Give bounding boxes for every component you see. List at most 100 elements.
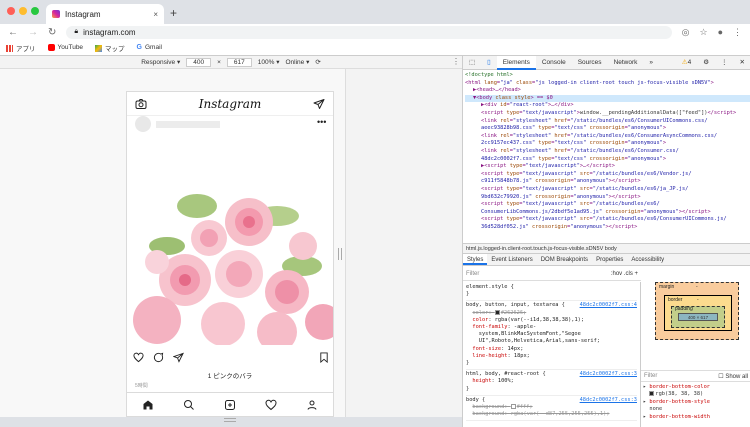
dom-node-line[interactable]: aeec93828b98.css" type="text/css" crosso… [465, 125, 750, 133]
post-caption[interactable]: 1 ピンクのバラ [127, 370, 333, 380]
dom-node-line[interactable]: <script type="text/javascript">window.__… [465, 110, 750, 118]
dom-node-line[interactable]: ▶<script type="text/javascript">…</scrip… [465, 163, 750, 171]
settings-gear-icon[interactable]: ⚙ [697, 56, 715, 70]
search-icon[interactable] [183, 399, 195, 411]
throttle-select[interactable]: Online ▾ [285, 58, 309, 66]
height-input[interactable]: 617 [226, 57, 252, 67]
url-input[interactable]: 🔒︎ instagram.com [66, 25, 672, 39]
dom-node-line[interactable]: <script type="text/javascript" src="/sta… [465, 201, 750, 209]
dom-node-line[interactable]: <link rel="stylesheet" href="/static/bun… [465, 118, 750, 126]
warnings-count: 4 [687, 58, 692, 66]
new-tab-button[interactable]: + [170, 6, 177, 20]
device-select[interactable]: Responsive ▾ [141, 58, 180, 66]
device-toggle-icon[interactable]: ▯ [481, 56, 497, 70]
post-author-name-placeholder[interactable] [156, 121, 220, 128]
home-icon[interactable] [142, 399, 154, 411]
tab-sources[interactable]: Sources [572, 56, 608, 70]
reload-icon[interactable]: ↻ [48, 27, 56, 38]
bookmark-star-icon[interactable]: ☆ [699, 27, 707, 38]
instagram-logo[interactable]: Instagram [199, 97, 262, 111]
styles-pane[interactable]: element.style {} 48dc2c0002f7.css:4 body,… [463, 282, 641, 427]
tab-console[interactable]: Console [536, 56, 572, 70]
resize-handle-bottom[interactable] [224, 418, 236, 422]
minimize-window-button[interactable] [19, 7, 27, 15]
dom-node-line[interactable]: <script type="text/javascript" src="/sta… [465, 171, 750, 179]
devtools-tabbar: ⬚ ▯ Elements Console Sources Network » ⚠… [463, 55, 750, 70]
inspect-element-icon[interactable]: ⬚ [463, 56, 481, 70]
tab-close-icon[interactable]: × [153, 10, 158, 19]
dom-node-line[interactable]: ▶<div id="react-root">…</div> [465, 102, 750, 110]
more-options-icon[interactable]: ••• [317, 117, 326, 127]
post-author-avatar[interactable] [135, 116, 151, 132]
new-post-icon[interactable] [224, 399, 236, 411]
bookmark-label: アプリ [16, 45, 36, 53]
share-icon[interactable] [173, 352, 184, 363]
dom-node-line[interactable]: c911f5848b78.js" crossorigin="anonymous"… [465, 178, 750, 186]
elements-tree[interactable]: <!doctype html> <html lang="ja" class="js… [463, 70, 750, 243]
post-timestamp: 5時間 [135, 383, 148, 389]
save-bookmark-icon[interactable] [319, 351, 329, 363]
devtools-close-icon[interactable]: ✕ [734, 56, 750, 70]
dom-node-line[interactable]: <link rel="stylesheet" href="/static/bun… [465, 133, 750, 141]
like-heart-icon[interactable] [133, 352, 144, 363]
dom-breadcrumb[interactable]: html.js.logged-in.client-root.touch.js-f… [463, 243, 750, 254]
maps-icon [95, 45, 103, 53]
resize-handle-right[interactable] [338, 248, 342, 260]
filter-placeholder: Filter [466, 271, 480, 277]
forward-icon[interactable]: → [28, 27, 38, 38]
tab-network[interactable]: Network [608, 56, 644, 70]
computed-property[interactable]: ▸ border-bottom-width [643, 414, 750, 421]
maximize-window-button[interactable] [31, 7, 39, 15]
extension-icon[interactable]: ◎ [682, 27, 690, 38]
bookmark-youtube[interactable]: YouTube [47, 43, 83, 51]
dom-node-line[interactable]: <script type="text/javascript" src="/sta… [465, 186, 750, 194]
subtab-dom-breakpoints[interactable]: DOM Breakpoints [537, 254, 592, 265]
camera-icon[interactable] [135, 98, 147, 110]
filter-options[interactable]: :hov .cls + [611, 271, 638, 278]
dom-node-line[interactable]: 48dc2c0002f7.css" type="text/css" crosso… [465, 156, 750, 164]
bookmark-maps[interactable]: マップ [95, 43, 125, 53]
show-all-checkbox[interactable]: ☐ Show all [718, 373, 748, 380]
zoom-select[interactable]: 100% ▾ [258, 58, 280, 66]
browser-tab-instagram[interactable]: Instagram × [46, 4, 164, 24]
dom-node-line[interactable]: 9bd632c79920.js" crossorigin="anonymous"… [465, 194, 750, 202]
activity-heart-icon[interactable] [265, 399, 277, 411]
computed-properties-list[interactable]: ▸ border-bottom-color rgb(38, 38, 38) ▸ b… [643, 384, 750, 421]
box-model-diagram[interactable]: margin - border - padding 400 × 617 [655, 282, 739, 340]
direct-message-icon[interactable] [313, 98, 325, 110]
dom-node-line[interactable]: ConsumerLibCommons.js/2dbdf5e1ad95.js" c… [465, 209, 750, 217]
styles-filter-input[interactable]: Filter :hov .cls + [463, 269, 641, 281]
devtools-menu-icon[interactable]: ⋮ [715, 56, 734, 70]
profile-icon[interactable] [306, 399, 318, 411]
post-photo-roses[interactable] [127, 136, 333, 345]
device-toolbar-menu-icon[interactable]: ⋮ [452, 57, 460, 66]
dom-node-line[interactable]: <!doctype html> [465, 72, 750, 80]
subtab-properties[interactable]: Properties [592, 254, 627, 265]
computed-property[interactable]: ▸ border-bottom-color rgb(38, 38, 38) [643, 384, 750, 399]
subtab-event-listeners[interactable]: Event Listeners [487, 254, 536, 265]
warnings-badge[interactable]: ⚠4 [676, 56, 697, 70]
dom-node-line[interactable]: 2cc9157ec437.css" type="text/css" crosso… [465, 140, 750, 148]
computed-filter-input[interactable]: Filter ☐ Show all [641, 370, 750, 382]
rotate-icon[interactable]: ⟳ [315, 58, 320, 66]
dom-node-line[interactable]: ▼<body class style> == $0 [465, 94, 750, 103]
computed-property[interactable]: ▸ border-bottom-style none [643, 399, 750, 414]
subtab-accessibility[interactable]: Accessibility [627, 254, 668, 265]
dom-node-line[interactable]: <script type="text/javascript" src="/sta… [465, 216, 750, 224]
browser-menu-icon[interactable]: ⋮ [733, 27, 742, 38]
subtab-styles[interactable]: Styles [463, 254, 488, 265]
comment-icon[interactable] [153, 352, 164, 363]
width-input[interactable]: 400 [186, 57, 212, 67]
dom-node-line[interactable]: ▶<head>…</head> [465, 87, 750, 95]
profile-avatar-icon[interactable]: ● [718, 27, 723, 37]
bookmark-gmail[interactable]: G Gmail [137, 44, 162, 51]
dom-node-line[interactable]: <html lang="ja" class="js logged-in clie… [465, 80, 750, 88]
tab-elements[interactable]: Elements [496, 55, 536, 70]
dom-node-line[interactable]: <link rel="stylesheet" href="/static/bun… [465, 148, 750, 156]
close-window-button[interactable] [7, 7, 15, 15]
address-bar-row: ← → ↻ 🔒︎ instagram.com ◎ ☆ ● ⋮ [0, 24, 750, 40]
dom-node-line[interactable]: 36d528df052.js" crossorigin="anonymous">… [465, 224, 750, 232]
more-tabs-icon[interactable]: » [643, 56, 659, 70]
back-icon[interactable]: ← [8, 27, 18, 38]
bookmark-apps[interactable]: アプリ [6, 43, 36, 53]
